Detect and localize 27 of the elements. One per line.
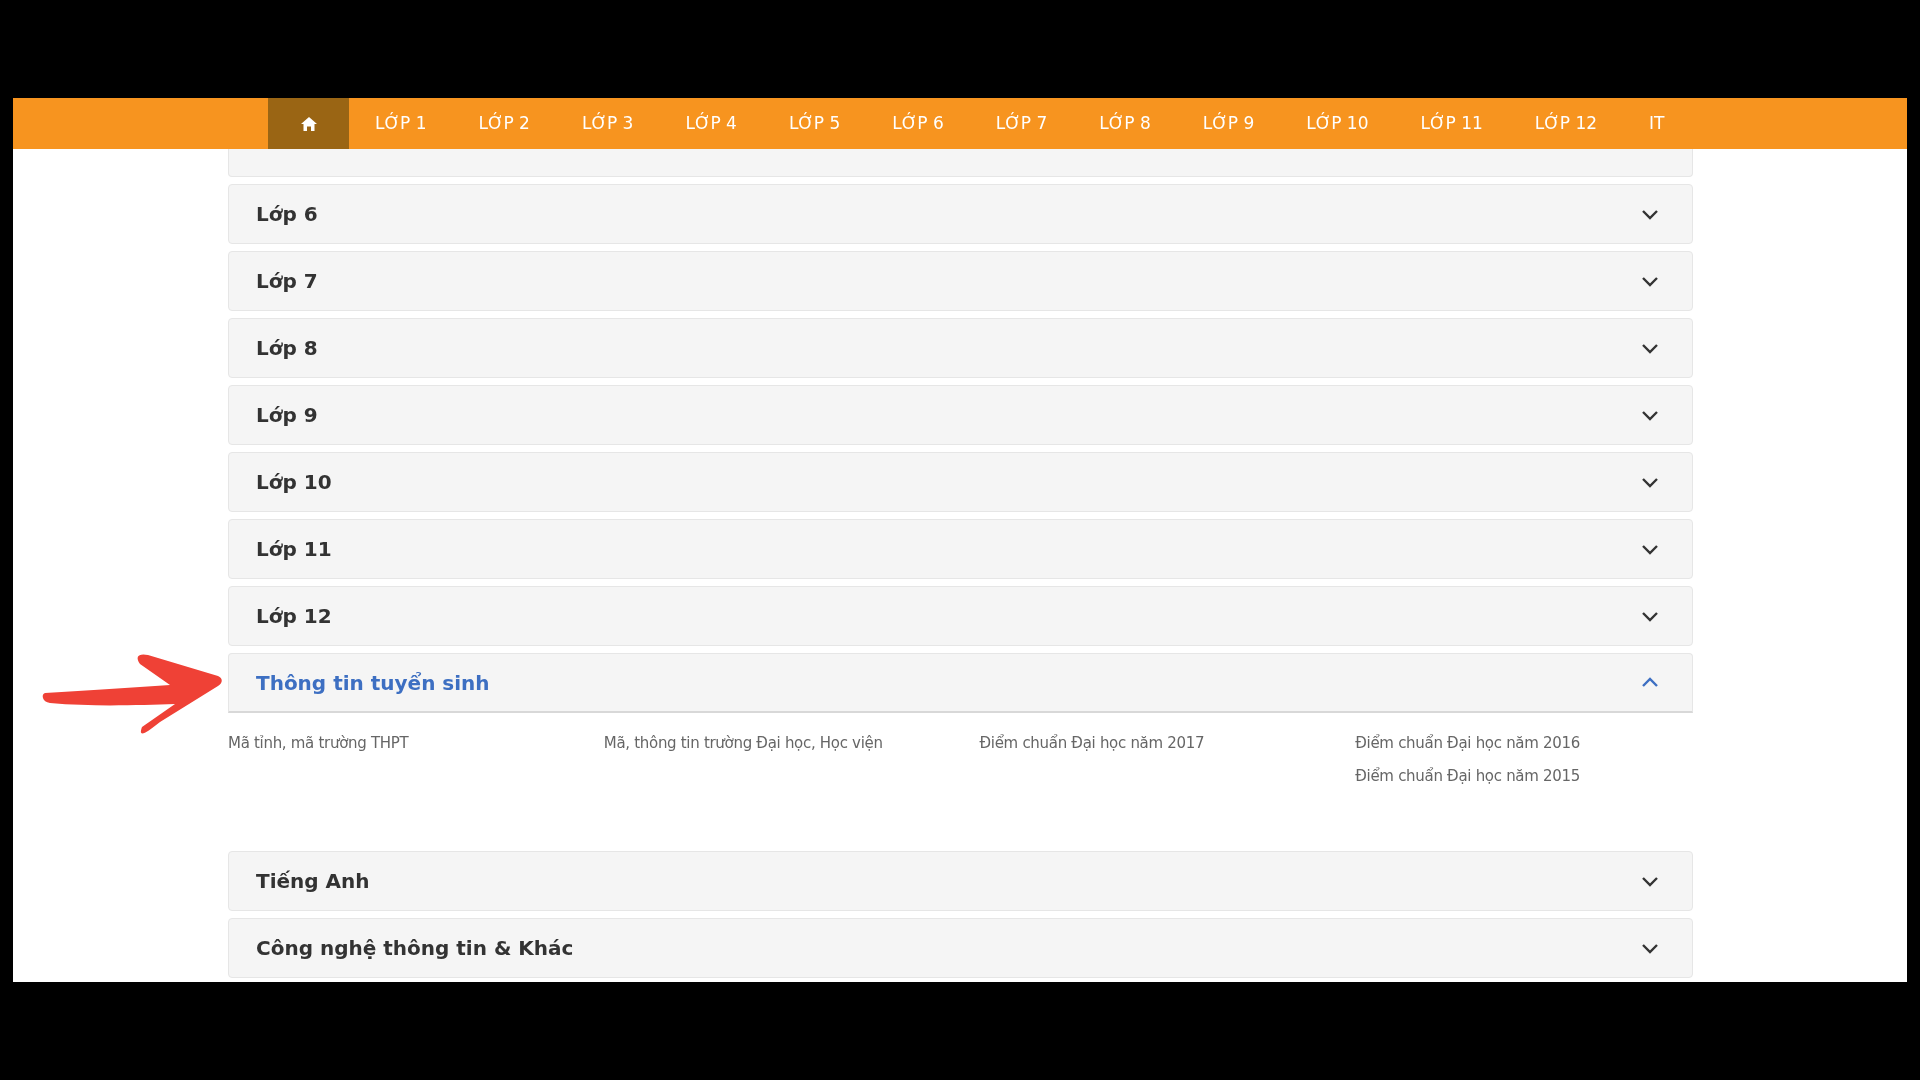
home-tab[interactable]	[268, 98, 349, 149]
accordion-header[interactable]: Lớp 10	[228, 452, 1693, 512]
accordion-header[interactable]: Lớp 7	[228, 251, 1693, 311]
link[interactable]: Điểm chuẩn Đại học năm 2015	[1355, 766, 1731, 786]
chevron-up-icon	[1641, 677, 1659, 688]
accordion-header[interactable]: Lớp 8	[228, 318, 1693, 378]
link[interactable]: Điểm chuẩn Đại học năm 2016	[1355, 733, 1731, 753]
accordion-header[interactable]: Lớp 9	[228, 385, 1693, 445]
link[interactable]: Mã tỉnh, mã trường THPT	[228, 733, 604, 753]
chevron-down-icon	[1641, 476, 1659, 488]
accordion-header[interactable]: Thông tin tuyển sinh	[228, 653, 1693, 713]
link[interactable]: Mã, thông tin trường Đại học, Học viện	[603, 733, 980, 753]
accordion-header[interactable]: Tiếng Anh	[228, 851, 1693, 911]
link[interactable]: Điểm chuẩn Đại học năm 2017	[979, 733, 1356, 753]
accordion-header[interactable]: Lớp 12	[228, 586, 1693, 646]
chevron-down-icon	[1641, 342, 1659, 354]
accordion-header[interactable]: Công nghệ thông tin & Khác	[228, 918, 1693, 978]
accordion-header[interactable]: Lớp 6	[228, 184, 1693, 244]
chevron-down-icon	[1641, 275, 1659, 287]
accordion-header[interactable]: Lớp 11	[228, 519, 1693, 579]
chevron-down-icon	[1641, 875, 1659, 887]
chevron-down-icon	[1641, 409, 1659, 421]
chevron-down-icon	[1641, 543, 1659, 555]
chevron-down-icon	[1641, 208, 1659, 220]
home-icon	[299, 115, 318, 132]
chevron-down-icon	[1641, 610, 1659, 622]
chevron-down-icon	[1641, 942, 1659, 954]
